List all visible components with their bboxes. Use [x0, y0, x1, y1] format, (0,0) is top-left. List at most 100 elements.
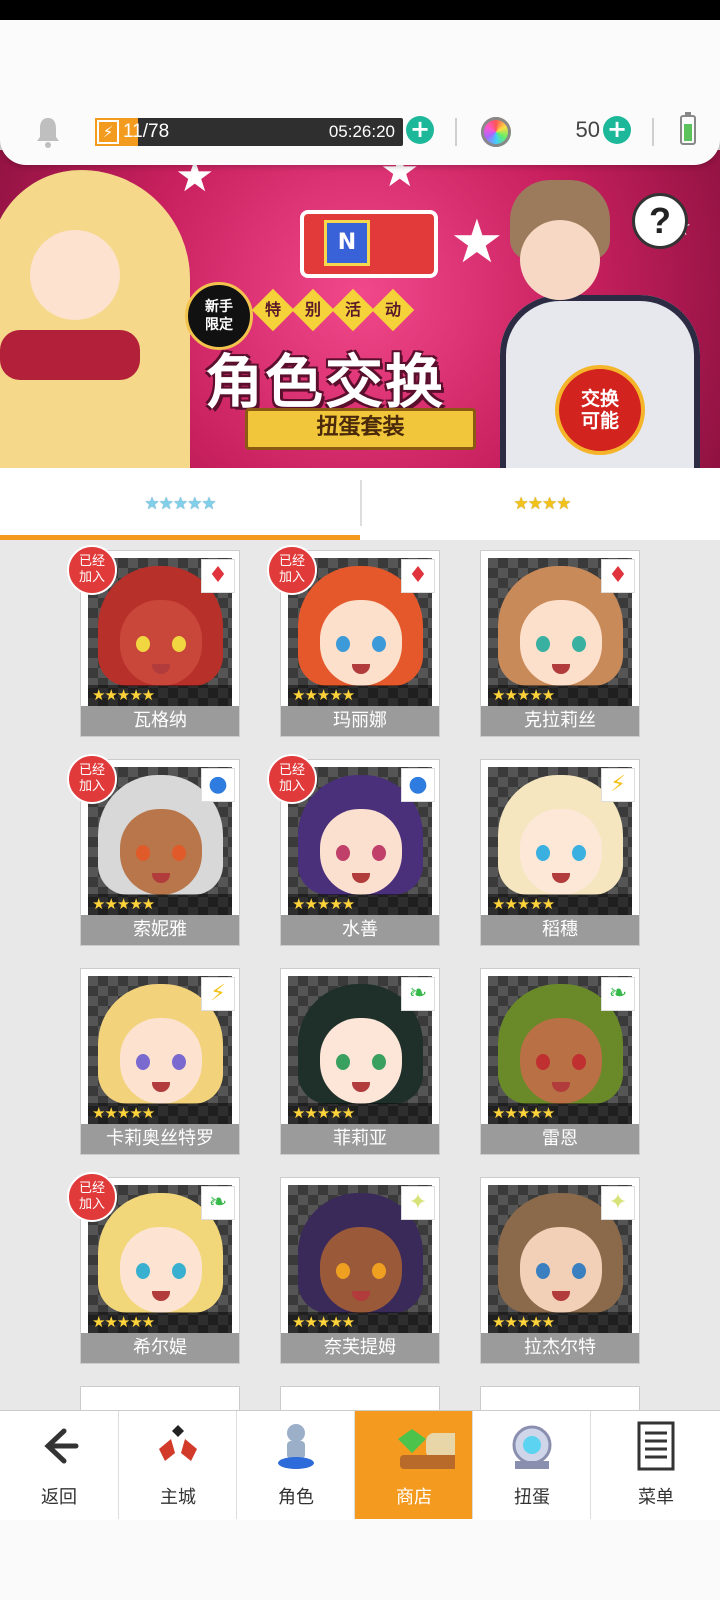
element-fire-icon: ♦ [201, 559, 235, 593]
star-rating: ★★★★★ [488, 685, 632, 706]
menu-icon [637, 1421, 675, 1471]
city-icon [159, 1425, 197, 1461]
add-gem-button[interactable]: + [603, 116, 631, 144]
character-name: 索妮雅 [81, 915, 239, 945]
element-water-icon: ● [201, 768, 235, 802]
nav-label: 扭蛋 [514, 1487, 550, 1508]
character-card[interactable]: ★★★★★ ❧ 希尔媞 已经 加入 [67, 1172, 240, 1364]
character-name: 拉杰尔特 [481, 1333, 639, 1363]
exchange-possible-badge: 交换 可能 [555, 365, 645, 455]
nav-character-button[interactable]: 角色 [236, 1411, 355, 1519]
character-icon [278, 1424, 314, 1469]
star-rating: ★★★★★ [88, 894, 232, 915]
joined-badge: 已经 加入 [267, 545, 317, 595]
character-card[interactable]: ★★★★★ ♦ 克拉莉丝 [480, 550, 640, 737]
banner-ribbon: 扭蛋套装 [245, 408, 476, 450]
element-wind-icon: ❧ [201, 1186, 235, 1220]
event-banner[interactable]: ★ ★ ★ ★ N 新手限定 特 别 活 动 角色交换 扭蛋套装 交换可能 [0, 150, 720, 468]
character-card[interactable]: ★★★★★ ✦ 拉杰尔特 [480, 1177, 640, 1364]
nav-gacha-button[interactable]: 扭蛋 [472, 1411, 591, 1519]
help-button[interactable]: ? [632, 193, 688, 249]
nav-label: 角色 [278, 1487, 314, 1508]
nav-label: 主城 [160, 1487, 196, 1508]
character-name: 瓦格纳 [81, 706, 239, 736]
stamina-value: 11/78 [123, 121, 170, 142]
add-stamina-button[interactable]: + [406, 116, 434, 144]
nav-shop-button[interactable]: 商店 [354, 1411, 473, 1519]
character-card-partial [280, 1386, 440, 1410]
tab-four-star[interactable]: ★★★★ [362, 468, 720, 540]
element-light-icon: ✦ [401, 1186, 435, 1220]
star-rating: ★★★★★ [488, 894, 632, 915]
element-wind-icon: ❧ [601, 977, 635, 1011]
character-name: 水善 [281, 915, 439, 945]
character-name: 菲莉亚 [281, 1124, 439, 1154]
nav-label: 商店 [396, 1487, 432, 1508]
character-card[interactable]: ★★★★★ ✦ 奈芙提姆 [280, 1177, 440, 1364]
joined-badge: 已经 加入 [67, 545, 117, 595]
character-card[interactable]: ★★★★★ ♦ 瓦格纳 已经 加入 [67, 545, 240, 737]
stamina-bolt-icon: ⚡ [97, 120, 119, 144]
tab-five-star[interactable]: ★★★★★ [0, 468, 360, 540]
nav-back-button[interactable]: 返回 [0, 1411, 119, 1519]
stamina-timer: 05:26:20 [328, 122, 395, 141]
divider [652, 118, 654, 146]
character-card[interactable]: ★★★★★ ❧ 菲莉亚 [280, 968, 440, 1155]
character-card[interactable]: ★★★★★ ⚡ 卡莉奥丝特罗 [80, 968, 240, 1155]
system-gesture-area [0, 1520, 720, 1600]
character-name: 希尔媞 [81, 1333, 239, 1363]
top-resource-bar: ⚡ 11/78 05:26:20 + 50 + [0, 20, 720, 165]
element-thunder-icon: ⚡ [201, 977, 235, 1011]
character-card-partial [80, 1386, 240, 1410]
notification-bell-icon[interactable] [33, 115, 63, 149]
character-card[interactable]: ★★★★★ ♦ 玛丽娜 已经 加入 [267, 545, 440, 737]
character-card[interactable]: ★★★★★ ● 索妮雅 已经 加入 [67, 754, 240, 946]
star-rating: ★★★★★ [288, 894, 432, 915]
shop-icon [398, 1429, 455, 1469]
character-card[interactable]: ★★★★★ ● 水善 已经 加入 [267, 754, 440, 946]
tab-label: ★★★★★ [144, 494, 216, 514]
star-rating: ★★★★★ [288, 685, 432, 706]
character-name: 奈芙提姆 [281, 1333, 439, 1363]
star-rating: ★★★★★ [488, 1103, 632, 1124]
character-card-partial [480, 1386, 640, 1410]
nav-city-button[interactable]: 主城 [118, 1411, 237, 1519]
element-wind-icon: ❧ [401, 977, 435, 1011]
character-card[interactable]: ★★★★★ ⚡ 稻穗 [480, 759, 640, 946]
character-name: 克拉莉丝 [481, 706, 639, 736]
character-grid: ★★★★★ ♦ 瓦格纳 已经 加入 ★★★★★ ♦ 玛丽娜 已经 加入 ★★★★★ ♦ 克拉莉丝 ★★★★… [0, 540, 720, 1410]
star-rating: ★★★★★ [88, 1312, 232, 1333]
element-fire-icon: ♦ [401, 559, 435, 593]
tab-label: ★★★★ [513, 494, 572, 514]
character-name: 卡莉奥丝特罗 [81, 1124, 239, 1154]
element-light-icon: ✦ [601, 1186, 635, 1220]
joined-badge: 已经 加入 [67, 754, 117, 804]
character-name: 雷恩 [481, 1124, 639, 1154]
special-event-label: 特 别 活 动 [251, 288, 415, 332]
star-rating: ★★★★★ [288, 1312, 432, 1333]
star-decoration: ★ [450, 207, 504, 277]
nav-label: 返回 [41, 1487, 77, 1508]
ticket-chest-icon: N [300, 210, 438, 278]
bottom-navigation: 返回 主城 角色 商店 扭蛋 菜单 [0, 1410, 720, 1521]
star-rating: ★★★★★ [88, 685, 232, 706]
stamina-bar: ⚡ 11/78 05:26:20 [95, 118, 403, 146]
gacha-icon [512, 1425, 552, 1469]
star-rating: ★★★★★ [288, 1103, 432, 1124]
rainbow-gem-icon [481, 117, 511, 147]
nav-menu-button[interactable]: 菜单 [590, 1411, 720, 1519]
character-name: 稻穗 [481, 915, 639, 945]
joined-badge: 已经 加入 [267, 754, 317, 804]
gem-count: 50 [575, 117, 600, 142]
element-water-icon: ● [401, 768, 435, 802]
star-rating: ★★★★★ [488, 1312, 632, 1333]
element-fire-icon: ♦ [601, 559, 635, 593]
character-card[interactable]: ★★★★★ ❧ 雷恩 [480, 968, 640, 1155]
joined-badge: 已经 加入 [67, 1172, 117, 1222]
banner-character-left [0, 170, 190, 468]
nav-label: 菜单 [638, 1487, 674, 1508]
battery-icon [680, 112, 696, 145]
system-status-bar [0, 0, 720, 20]
rarity-tabs: ★★★★★ ★★★★ [0, 468, 720, 541]
character-name: 玛丽娜 [281, 706, 439, 736]
